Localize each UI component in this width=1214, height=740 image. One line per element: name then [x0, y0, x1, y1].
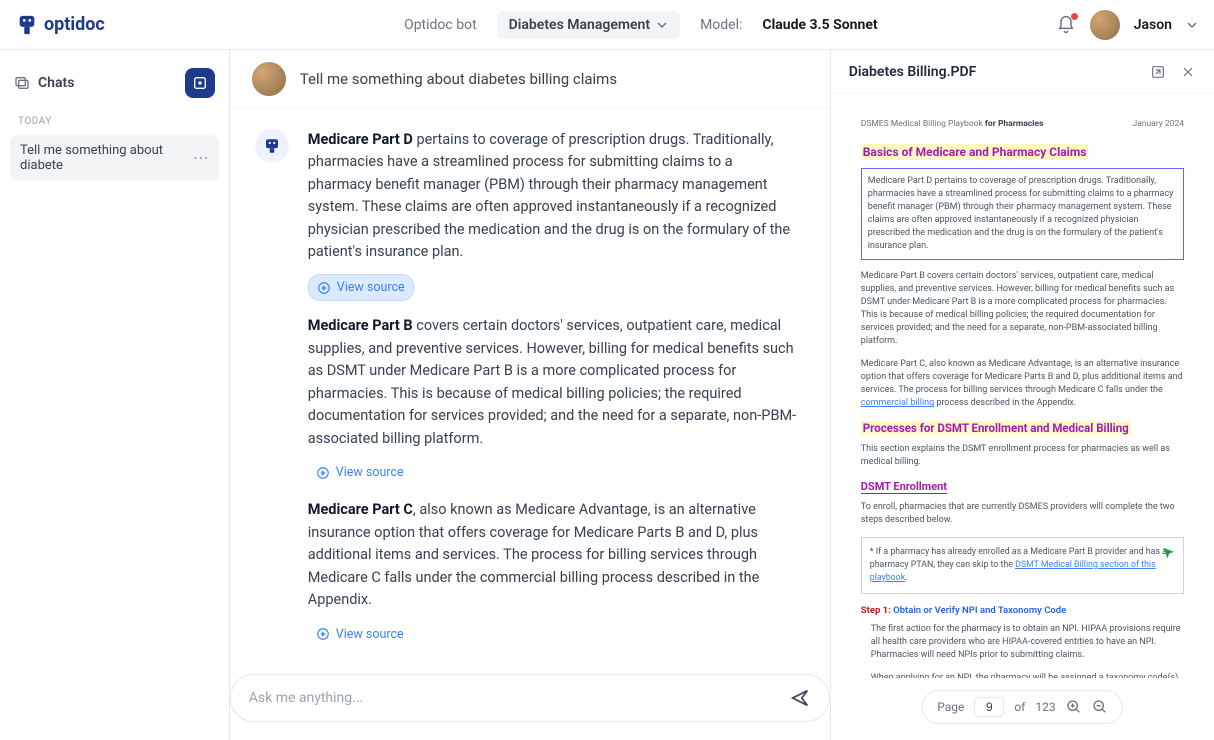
topbar: optidoc Optidoc bot Diabetes Management …	[0, 0, 1214, 50]
total-pages: 123	[1035, 700, 1055, 714]
chat-item[interactable]: Tell me something about diabete ⋯	[10, 135, 219, 181]
view-source-label: View source	[336, 463, 404, 482]
notifications-button[interactable]	[1056, 15, 1076, 35]
send-icon[interactable]	[789, 687, 811, 709]
chats-icon	[14, 75, 30, 91]
para2-strong: Medicare Part B	[308, 317, 413, 334]
chat-item-menu[interactable]: ⋯	[193, 150, 209, 166]
chevron-down-icon	[656, 19, 668, 31]
document-pager: Page of 123	[922, 690, 1122, 724]
doc-p2: Medicare Part B covers certain doctors' …	[861, 270, 1184, 348]
doc-highlight-box: Medicare Part D pertains to coverage of …	[861, 168, 1184, 260]
bot-selector[interactable]: Diabetes Management	[497, 11, 680, 39]
composer: Ask me anything...	[230, 660, 830, 740]
user-avatar-small	[252, 62, 286, 96]
new-chat-button[interactable]	[185, 68, 215, 98]
composer-placeholder: Ask me anything...	[249, 690, 363, 706]
chevron-down-icon[interactable]	[1186, 19, 1198, 31]
document-header: Diabetes Billing.PDF	[831, 50, 1214, 94]
arrow-right-circle-icon	[316, 627, 330, 641]
doc-meta-left-bold: for Pharmacies	[985, 119, 1044, 129]
user-prompt: Tell me something about diabetes billing…	[300, 70, 617, 88]
brand-name: optidoc	[44, 14, 105, 35]
page-label: Page	[937, 700, 964, 714]
model-selected: Claude 3.5 Sonnet	[762, 17, 877, 33]
para3-strong: Medicare Part C	[308, 501, 413, 518]
doc-p4: This section explains the DSMT enrollmen…	[861, 443, 1184, 469]
view-source-label: View source	[336, 625, 404, 644]
expand-icon[interactable]	[1150, 64, 1166, 80]
zoom-in-icon[interactable]	[1066, 699, 1082, 715]
chat-item-label: Tell me something about diabete	[20, 143, 193, 173]
document-title: Diabetes Billing.PDF	[849, 64, 977, 80]
view-source-3[interactable]: View source	[308, 622, 412, 647]
page-input[interactable]	[974, 697, 1004, 717]
bell-icon	[1056, 15, 1076, 35]
answer-scroll-area[interactable]: Medicare Part D pertains to coverage of …	[230, 109, 830, 660]
commercial-billing-link[interactable]: commercial billing	[861, 398, 934, 408]
view-source-2[interactable]: View source	[308, 460, 412, 485]
answer-body: Medicare Part D pertains to coverage of …	[308, 129, 798, 660]
topbar-center: Optidoc bot Diabetes Management Model: C…	[242, 11, 1040, 39]
chats-title-text: Chats	[38, 75, 74, 91]
composer-input[interactable]: Ask me anything...	[230, 674, 830, 722]
zoom-out-icon[interactable]	[1092, 699, 1108, 715]
of-label: of	[1014, 700, 1025, 714]
user-avatar[interactable]	[1090, 10, 1120, 40]
para2-text: covers certain doctors' services, outpat…	[308, 317, 796, 446]
doc-meta-left: DSMES Medical Billing Playbook	[861, 119, 983, 129]
model-label: Model:	[700, 17, 742, 33]
doc-p6: The first action for the pharmacy is to …	[861, 623, 1184, 662]
sidebar-group-today: TODAY	[10, 112, 219, 131]
close-icon[interactable]	[1180, 64, 1196, 80]
arrow-right-circle-icon	[317, 281, 331, 295]
document-panel: Diabetes Billing.PDF DSMES Medical Billi…	[831, 50, 1214, 740]
para1-strong: Medicare Part D	[308, 131, 413, 148]
logo-icon	[16, 14, 38, 36]
sidebar: Chats TODAY Tell me something about diab…	[0, 50, 230, 740]
doc-note-box: * If a pharmacy has already enrolled as …	[861, 537, 1184, 593]
plus-icon	[192, 75, 208, 91]
doc-h2: Processes for DSMT Enrollment and Medica…	[861, 421, 1131, 435]
doc-p7: When applying for an NPI, the pharmacy w…	[861, 672, 1184, 678]
user-message-row: Tell me something about diabetes billing…	[230, 50, 830, 109]
bot-icon	[263, 137, 281, 155]
step-title: Obtain or Verify NPI and Taxonomy Code	[893, 605, 1066, 616]
bot-avatar	[255, 129, 289, 163]
user-name: Jason	[1134, 17, 1172, 33]
view-source-1[interactable]: View source	[308, 274, 414, 301]
chats-heading: Chats	[14, 75, 74, 91]
arrow-right-circle-icon	[316, 466, 330, 480]
doc-meta-right: January 2024	[1132, 118, 1184, 130]
view-source-label: View source	[337, 278, 405, 297]
step-label: Step 1:	[861, 605, 891, 616]
bot-label: Optidoc bot	[404, 17, 477, 33]
doc-h1: Basics of Medicare and Pharmacy Claims	[861, 144, 1089, 160]
logo[interactable]: optidoc	[16, 14, 226, 36]
doc-p5: To enroll, pharmacies that are currently…	[861, 501, 1184, 527]
cursor-icon	[1161, 546, 1175, 560]
para1-text: pertains to coverage of prescription dru…	[308, 131, 790, 260]
conversation-panel: Tell me something about diabetes billing…	[230, 50, 831, 740]
doc-h3: DSMT Enrollment	[861, 480, 947, 494]
doc-p3: Medicare Part C, also known as Medicare …	[861, 358, 1184, 410]
bot-selected: Diabetes Management	[509, 17, 650, 33]
topbar-right: Jason	[1056, 10, 1198, 40]
document-body[interactable]: DSMES Medical Billing Playbook for Pharm…	[831, 94, 1214, 678]
